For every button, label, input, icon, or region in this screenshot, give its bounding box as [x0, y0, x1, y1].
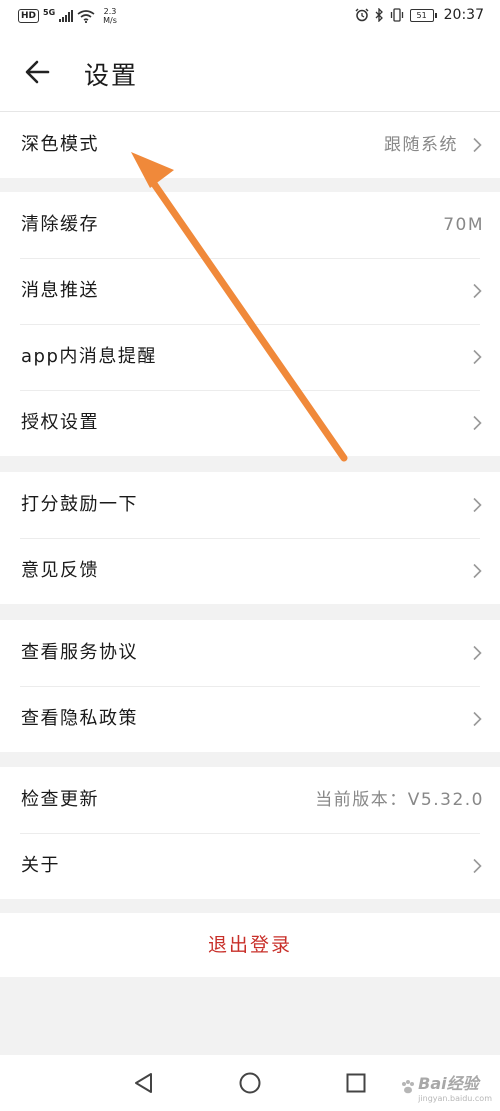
nav-back-icon[interactable]	[132, 1071, 156, 1095]
setting-row-clear-cache[interactable]: 清除缓存 70M	[0, 192, 500, 258]
chevron-right-icon	[473, 415, 482, 431]
network-speed: 2.3 M/s	[103, 7, 117, 25]
top-bar: 设置	[0, 34, 500, 112]
chevron-right-icon	[473, 563, 482, 579]
current-version: 当前版本：V5.32.0	[315, 790, 484, 810]
chevron-right-icon	[473, 645, 482, 661]
setting-row-service-agreement[interactable]: 查看服务协议	[0, 620, 500, 686]
page-title: 设置	[84, 61, 139, 90]
wifi-icon	[77, 9, 95, 23]
setting-label: 消息推送	[21, 280, 99, 301]
setting-row-push[interactable]: 消息推送	[0, 258, 500, 324]
cache-size: 70M	[443, 215, 484, 235]
network-type: 5G	[43, 7, 56, 17]
setting-row-dark-mode[interactable]: 深色模式 跟随系统	[0, 112, 500, 178]
status-right: 51 20:37	[355, 7, 484, 23]
settings-group-legal: 查看服务协议 查看隐私政策	[0, 620, 500, 752]
settings-screen: HD 5G 2.3 M/s 51 20:37 设置 深色模式 跟随系统 清除缓存…	[0, 0, 500, 1111]
watermark-main: Bai经验	[418, 1074, 479, 1093]
setting-row-rate[interactable]: 打分鼓励一下	[0, 472, 500, 538]
setting-label: app内消息提醒	[21, 346, 157, 367]
nav-recents-icon[interactable]	[344, 1071, 368, 1095]
system-nav-bar: Bai经验 jingyan.baidu.com	[0, 1055, 500, 1111]
chevron-right-icon	[473, 137, 482, 153]
signal-icon	[59, 10, 74, 22]
setting-label: 意见反馈	[21, 560, 99, 581]
chevron-right-icon	[473, 349, 482, 365]
chevron-right-icon	[473, 711, 482, 727]
nav-home-icon[interactable]	[238, 1071, 262, 1095]
chevron-right-icon	[473, 497, 482, 513]
status-time: 20:37	[443, 7, 484, 23]
chevron-right-icon	[473, 283, 482, 299]
setting-label: 关于	[21, 855, 60, 876]
hd-badge: HD	[18, 9, 40, 23]
watermark-sub: jingyan.baidu.com	[418, 1094, 492, 1103]
logout-button[interactable]: 退出登录	[0, 913, 500, 977]
setting-value: 跟随系统	[384, 135, 458, 155]
alarm-icon	[355, 8, 369, 22]
back-arrow-icon[interactable]	[24, 58, 52, 86]
setting-label: 深色模式	[21, 134, 99, 155]
settings-group-display: 深色模式 跟随系统	[0, 112, 500, 178]
setting-row-check-update[interactable]: 检查更新 当前版本：V5.32.0	[0, 767, 500, 833]
paw-logo-icon	[402, 1079, 415, 1093]
setting-label: 查看服务协议	[21, 642, 138, 663]
settings-group-about: 检查更新 当前版本：V5.32.0 关于	[0, 767, 500, 899]
status-left: HD 5G 2.3 M/s	[18, 7, 117, 25]
setting-label: 查看隐私政策	[21, 708, 138, 729]
speed-value: 2.3	[103, 7, 117, 16]
baidu-jingyan-watermark: Bai经验 jingyan.baidu.com	[400, 1070, 492, 1103]
setting-label: 检查更新	[21, 789, 99, 810]
bluetooth-icon	[375, 8, 383, 22]
speed-unit: M/s	[103, 16, 117, 25]
vibrate-icon	[390, 8, 403, 22]
setting-row-feedback[interactable]: 意见反馈	[0, 538, 500, 604]
settings-group-feedback: 打分鼓励一下 意见反馈	[0, 472, 500, 604]
status-bar: HD 5G 2.3 M/s 51 20:37	[0, 0, 500, 34]
settings-group-general: 清除缓存 70M 消息推送 app内消息提醒 授权设置	[0, 192, 500, 456]
battery-icon: 51	[409, 8, 437, 22]
setting-label: 授权设置	[21, 412, 99, 433]
setting-row-about[interactable]: 关于	[0, 833, 500, 899]
setting-label: 打分鼓励一下	[21, 494, 138, 515]
setting-row-authorization[interactable]: 授权设置	[0, 390, 500, 456]
setting-label: 清除缓存	[21, 214, 99, 235]
setting-row-in-app-reminder[interactable]: app内消息提醒	[0, 324, 500, 390]
chevron-right-icon	[473, 858, 482, 874]
setting-row-privacy-policy[interactable]: 查看隐私政策	[0, 686, 500, 752]
